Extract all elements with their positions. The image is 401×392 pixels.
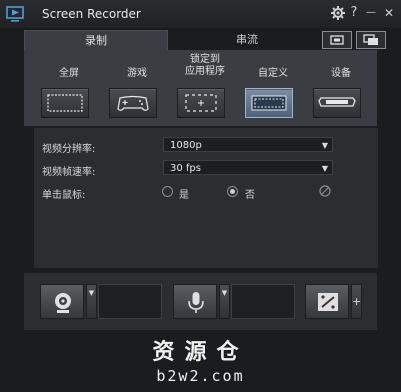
microphone-icon (188, 292, 204, 313)
game-button[interactable] (109, 88, 157, 118)
chevron-down-icon: ▼ (321, 164, 328, 173)
disabled-icon (319, 185, 331, 197)
close-button[interactable]: ✕ (380, 4, 398, 22)
device-bar: ▼ ▼ + (24, 273, 377, 330)
resolution-select[interactable]: 1080p ▼ (163, 137, 333, 152)
mode-label: 自定义 (258, 68, 288, 79)
mouse-click-no-radio[interactable] (227, 186, 238, 197)
no-label: 否 (245, 190, 255, 201)
watermark: 资源仓 b2w2.com (0, 340, 401, 386)
window-mode-icon (363, 34, 378, 45)
effects-button[interactable] (305, 284, 349, 319)
webcam-dropdown[interactable]: ▼ (86, 284, 97, 319)
webcam-icon (55, 293, 71, 313)
resolution-value: 1080p (170, 140, 202, 151)
fps-label: 视频帧速率: (42, 167, 96, 178)
app-logo-icon (6, 6, 24, 22)
effects-icon (318, 293, 338, 311)
device-icon (318, 97, 356, 107)
fps-select[interactable]: 30 fps ▼ (163, 160, 333, 175)
mode-tabs: 录制 串流 (24, 30, 386, 51)
fullscreen-button[interactable] (41, 88, 89, 118)
device-button[interactable] (313, 88, 361, 118)
title-bar: Screen Recorder ? — ✕ (0, 0, 401, 28)
microphone-level (231, 284, 295, 319)
watermark-url: b2w2.com (156, 367, 245, 385)
fullscreen-icon (47, 94, 83, 112)
webcam-preview (98, 284, 162, 319)
mode-label: 锁定到 应用程序 (185, 54, 225, 77)
custom-button[interactable] (245, 88, 293, 118)
lock-to-app-button[interactable] (177, 88, 225, 118)
yes-label: 是 (179, 190, 189, 201)
capture-region-icon (330, 35, 344, 45)
gamepad-icon (117, 95, 149, 111)
watermark-cn: 资源仓 (152, 340, 249, 365)
tab-record[interactable]: 录制 (24, 30, 168, 51)
mode-label: 设备 (331, 68, 351, 79)
help-button[interactable]: ? (345, 4, 363, 22)
capture-mode-panel: 全屏 游戏 锁定到 应用程序 自定义 设备 (24, 50, 377, 126)
capture-region-button[interactable] (322, 31, 352, 49)
microphone-dropdown[interactable]: ▼ (219, 284, 230, 319)
mouse-click-label: 单击鼠标: (42, 190, 86, 201)
mode-label: 全屏 (59, 68, 79, 79)
webcam-button[interactable] (40, 284, 84, 319)
settings-panel: 视频分辨率: 1080p ▼ 视频帧速率: 30 fps ▼ 单击鼠标: 是 否 (34, 128, 378, 268)
add-effect-button[interactable]: + (351, 284, 362, 319)
chevron-down-icon: ▼ (321, 141, 328, 150)
minimize-button[interactable]: — (362, 4, 380, 22)
mouse-click-yes-radio[interactable] (162, 186, 173, 197)
mode-label: 游戏 (127, 68, 147, 79)
window-mode-button[interactable] (356, 31, 386, 49)
microphone-button[interactable] (173, 284, 217, 319)
tab-stream[interactable]: 串流 (202, 30, 292, 50)
custom-region-icon (251, 95, 287, 111)
fps-value: 30 fps (170, 163, 201, 174)
app-title: Screen Recorder (42, 7, 141, 21)
resolution-label: 视频分辨率: (42, 144, 96, 155)
lock-to-app-icon (185, 94, 217, 112)
